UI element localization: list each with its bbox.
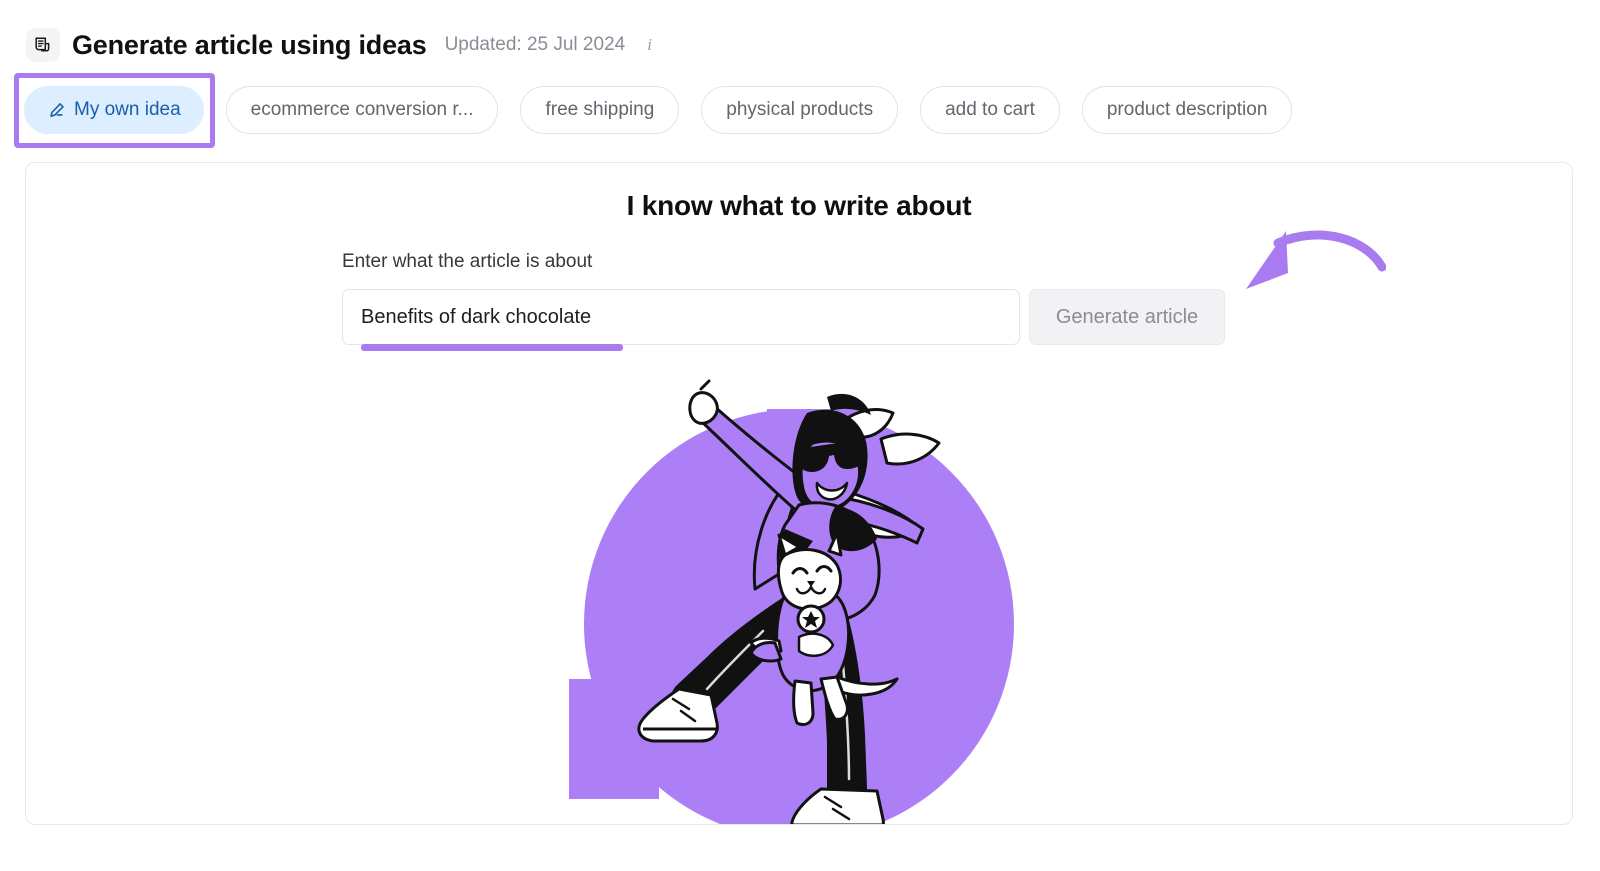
article-document-icon [26,28,60,62]
idea-chip-row: My own idea ecommerce conversion r... fr… [24,86,1293,134]
chip-label: add to cart [945,99,1035,120]
chip-my-own-idea[interactable]: My own idea [24,86,204,134]
chip-free-shipping[interactable]: free shipping [520,86,680,134]
input-field-label: Enter what the article is about [342,251,593,272]
chip-label: physical products [726,99,874,120]
app-root: Generate article using ideas Updated: 25… [0,0,1600,871]
chip-label: product description [1106,99,1268,120]
article-topic-input-wrap [342,289,1020,351]
article-topic-input[interactable] [342,289,1020,345]
chip-label: My own idea [74,99,181,120]
chip-physical-products[interactable]: physical products [701,86,899,134]
purple-curved-arrow-annotation [1246,230,1386,289]
chip-ecommerce-conversion[interactable]: ecommerce conversion r... [225,86,499,134]
superhero-with-cat-illustration [569,379,1014,824]
main-content-card: I know what to write about Enter what th… [25,162,1573,825]
purple-underline-annotation [361,344,623,351]
card-heading: I know what to write about [626,190,972,221]
generate-article-button[interactable]: Generate article [1029,289,1225,345]
chip-label: free shipping [545,99,655,120]
page-header: Generate article using ideas Updated: 25… [26,28,652,62]
info-icon[interactable]: i [647,35,652,55]
pencil-icon [47,101,66,120]
page-title: Generate article using ideas [72,29,427,60]
updated-timestamp: Updated: 25 Jul 2024 [444,34,626,55]
chip-label: ecommerce conversion r... [250,99,474,120]
chip-add-to-cart[interactable]: add to cart [920,86,1060,134]
chip-product-description[interactable]: product description [1081,86,1293,134]
